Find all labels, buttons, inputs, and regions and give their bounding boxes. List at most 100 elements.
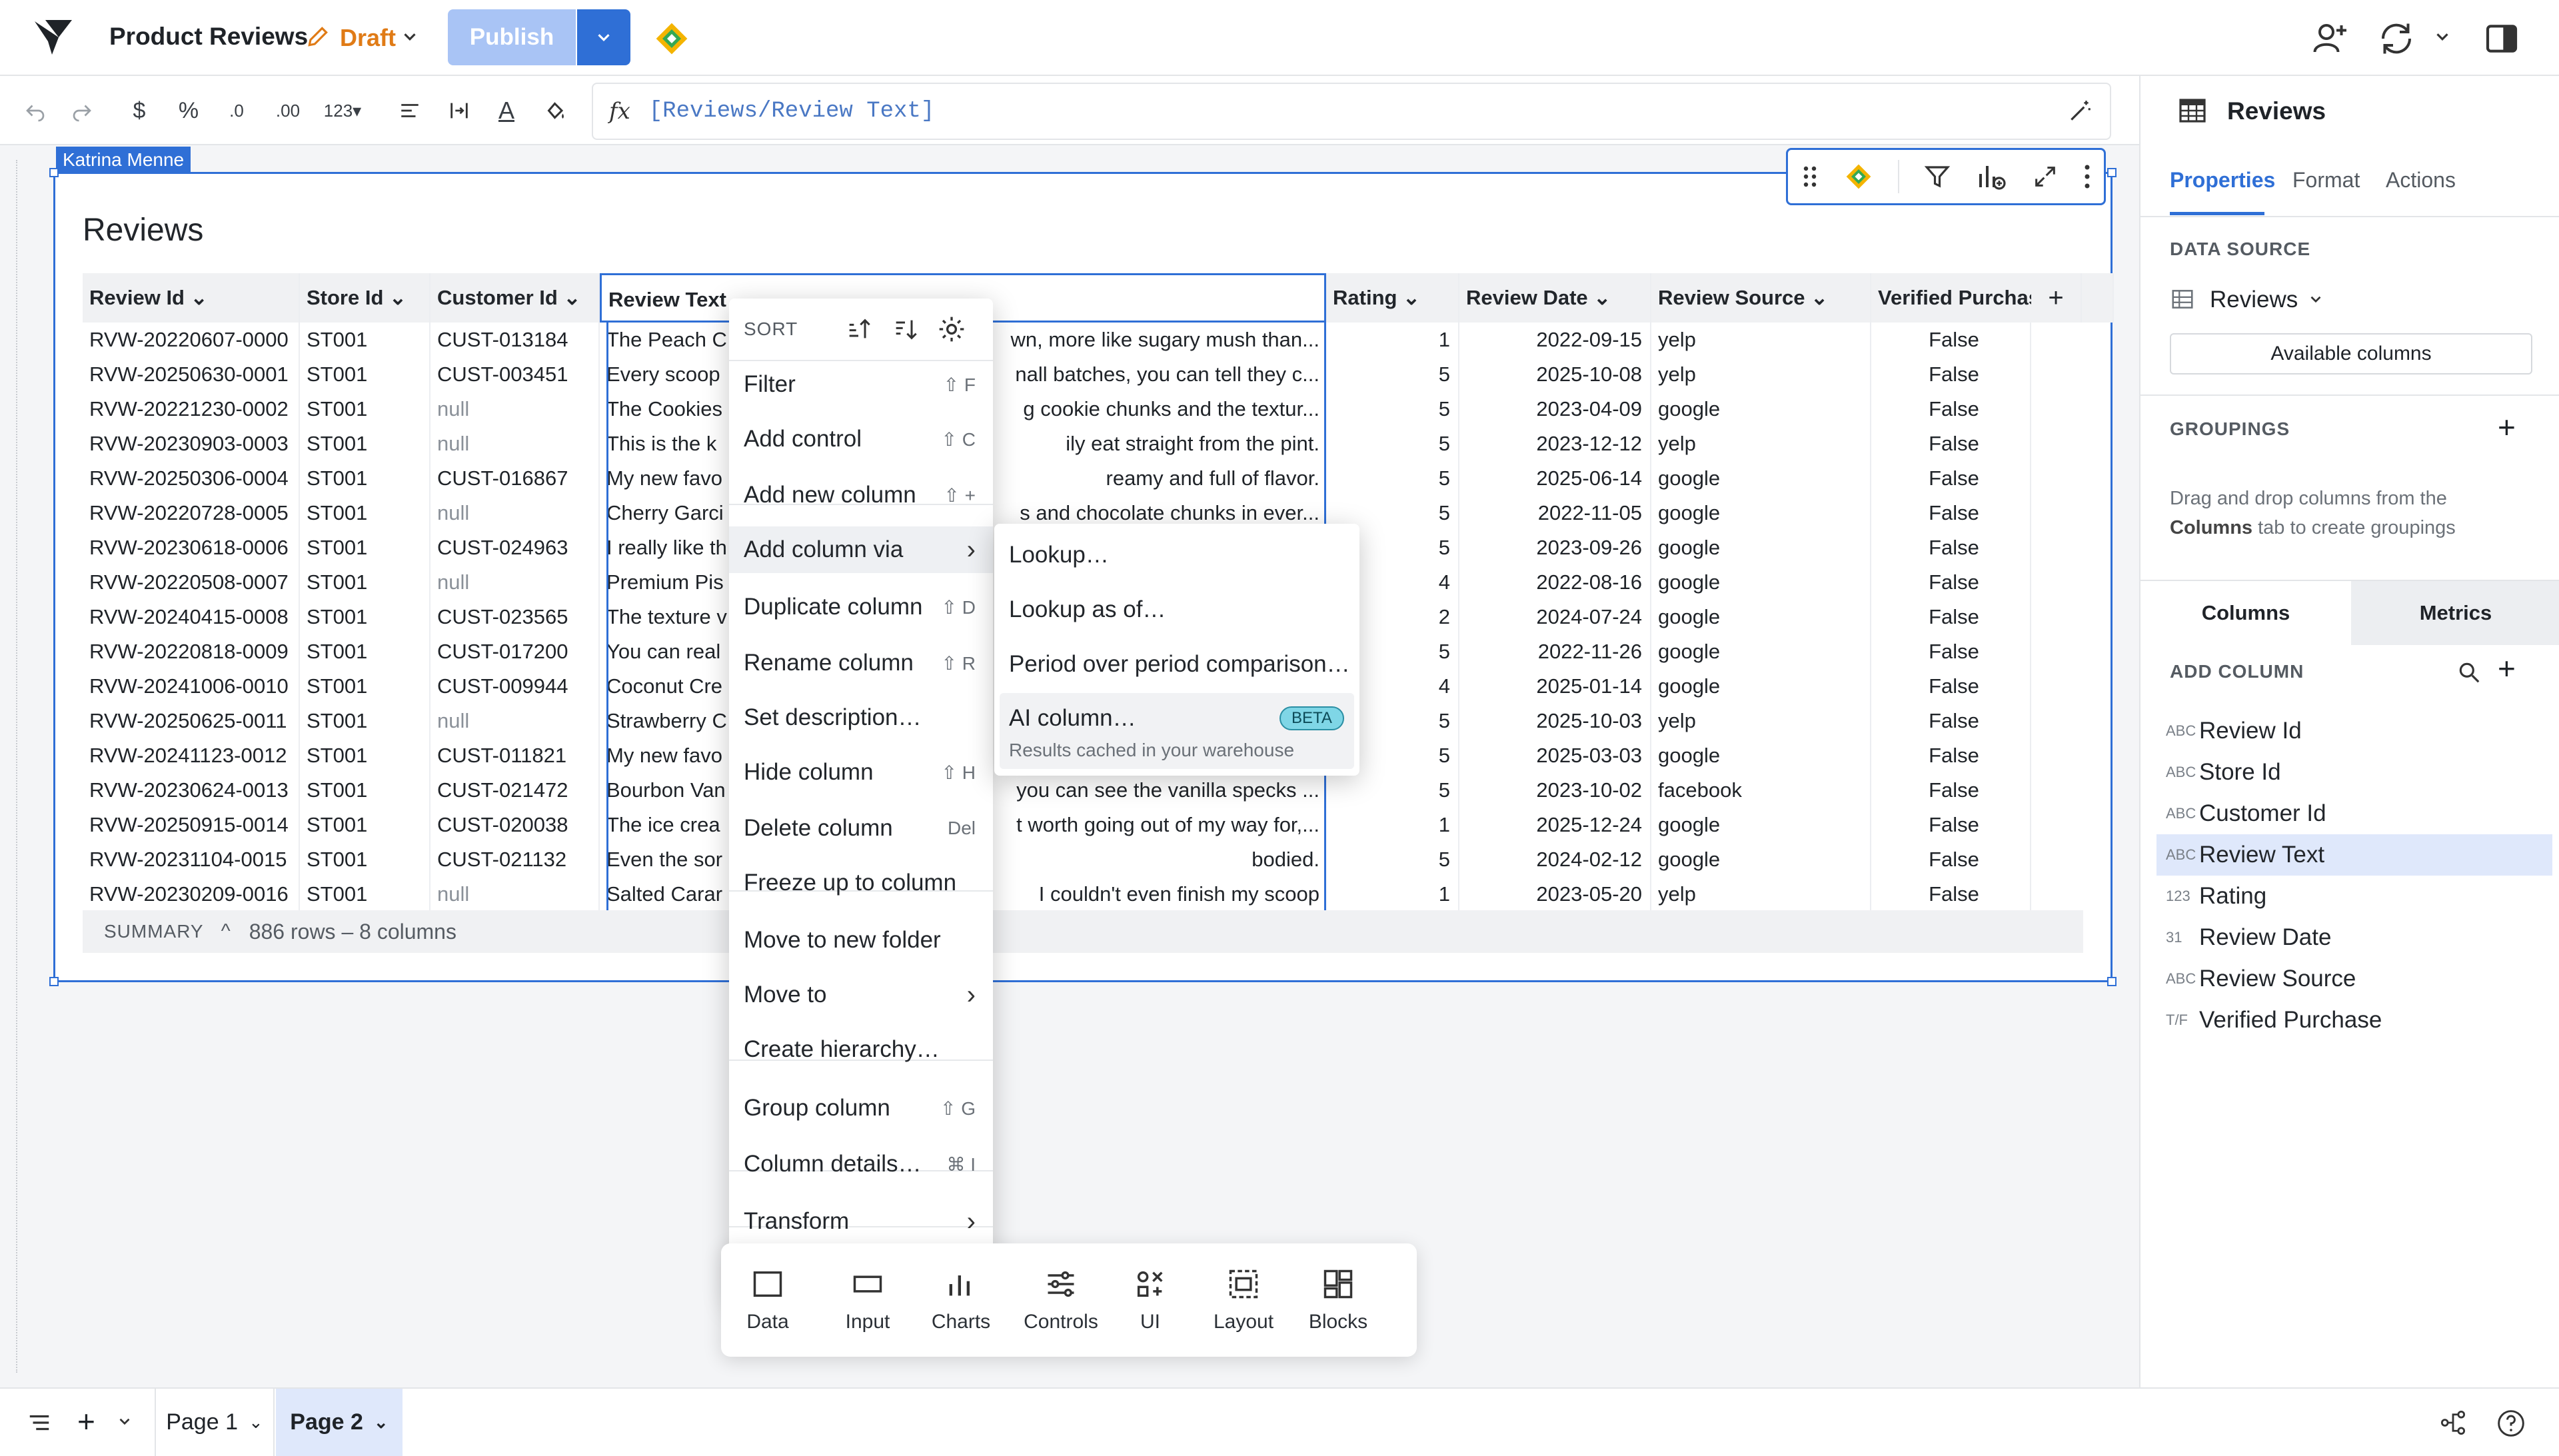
column-header-customer-id[interactable]: Customer Id ⌄ xyxy=(430,273,600,323)
cell-review-id[interactable]: RVW-20241123-0012 xyxy=(83,738,300,773)
column-header-rating[interactable]: Rating ⌄ xyxy=(1326,273,1459,323)
cell-store-id[interactable]: ST001 xyxy=(300,530,430,565)
cell-store-id[interactable]: ST001 xyxy=(300,565,430,600)
add-chart-icon[interactable] xyxy=(1975,161,2007,193)
submenu-lookup-as-of[interactable]: Lookup as of… xyxy=(994,585,1359,634)
cell-store-id[interactable]: ST001 xyxy=(300,773,430,808)
dock-blocks[interactable]: Blocks xyxy=(1291,1243,1385,1357)
cell-verified-purchase[interactable]: False xyxy=(1871,565,2031,600)
cell-review-source[interactable]: google xyxy=(1651,842,1871,877)
cell-customer-id[interactable]: CUST-020038 xyxy=(430,808,600,842)
cell-review-text[interactable]: My new favo xyxy=(600,738,733,773)
cell-customer-id[interactable]: CUST-011821 xyxy=(430,738,600,773)
formula-text[interactable]: [Reviews/Review Text] xyxy=(649,99,934,124)
chevron-up-icon[interactable]: ^ xyxy=(221,920,231,943)
cell-store-id[interactable]: ST001 xyxy=(300,634,430,669)
cell-review-id[interactable]: RVW-20230624-0013 xyxy=(83,773,300,808)
column-header-review-source[interactable]: Review Source ⌄ xyxy=(1651,273,1871,323)
refresh-icon[interactable] xyxy=(2376,19,2416,59)
add-grouping-icon[interactable]: + xyxy=(2498,409,2516,445)
publish-options-button[interactable] xyxy=(577,9,630,65)
menu-item-delete-column[interactable]: Delete column Del xyxy=(729,805,993,852)
cell-rating[interactable]: 5 xyxy=(1326,461,1459,496)
cell-review-id[interactable]: RVW-20231104-0015 xyxy=(83,842,300,877)
cell-review-date[interactable]: 2025-03-03 xyxy=(1459,738,1651,773)
cell-verified-purchase[interactable]: False xyxy=(1871,357,2031,392)
cell-verified-purchase[interactable]: False xyxy=(1871,461,2031,496)
cell-review-id[interactable]: RVW-20241006-0010 xyxy=(83,669,300,704)
cell-store-id[interactable]: ST001 xyxy=(300,600,430,634)
decrease-decimal-icon[interactable]: .0 xyxy=(220,91,253,131)
tab-properties[interactable]: Properties xyxy=(2170,168,2275,193)
cell-store-id[interactable]: ST001 xyxy=(300,461,430,496)
cell-review-date[interactable]: 2023-12-12 xyxy=(1459,426,1651,461)
panel-column-item[interactable]: ABC Review Id xyxy=(2156,710,2552,752)
cell-review-text[interactable]: This is the k xyxy=(600,426,733,461)
cell-review-source[interactable]: google xyxy=(1651,738,1871,773)
table-row[interactable]: RVW-20250630-0001 ST001 CUST-003451 Every s… xyxy=(83,357,2082,392)
cell-review-text[interactable]: The texture v xyxy=(600,600,733,634)
cell-review-date[interactable]: 2022-09-15 xyxy=(1459,323,1651,357)
dock-ui[interactable]: UI xyxy=(1104,1243,1197,1357)
cell-review-date[interactable]: 2025-12-24 xyxy=(1459,808,1651,842)
cell-rating[interactable]: 1 xyxy=(1326,808,1459,842)
refresh-options-chevron-icon[interactable] xyxy=(2432,27,2452,47)
cell-rating[interactable]: 5 xyxy=(1326,392,1459,426)
cell-store-id[interactable]: ST001 xyxy=(300,392,430,426)
cell-store-id[interactable]: ST001 xyxy=(300,426,430,461)
panel-column-item[interactable]: ABC Review Text xyxy=(2156,834,2552,876)
summary-bar[interactable]: SUMMARY ^ 886 rows – 8 columns xyxy=(83,910,2083,953)
cell-review-source[interactable]: yelp xyxy=(1651,323,1871,357)
cell-review-source[interactable]: google xyxy=(1651,634,1871,669)
app-logo-icon[interactable] xyxy=(32,17,75,57)
cell-review-text[interactable]: Coconut Cre xyxy=(600,669,733,704)
dock-input[interactable]: Input xyxy=(821,1243,914,1357)
cell-review-source[interactable]: google xyxy=(1651,496,1871,530)
align-left-icon[interactable] xyxy=(393,91,426,131)
cell-review-id[interactable]: RVW-20250625-0011 xyxy=(83,704,300,738)
text-color-icon[interactable]: A xyxy=(489,91,524,131)
add-user-icon[interactable] xyxy=(2310,19,2350,59)
cell-review-text[interactable]: The Peach C xyxy=(600,323,733,357)
cell-customer-id[interactable]: CUST-021472 xyxy=(430,773,600,808)
toggle-panel-icon[interactable] xyxy=(2483,20,2520,57)
cell-rating[interactable]: 1 xyxy=(1326,323,1459,357)
cell-rating[interactable]: 1 xyxy=(1326,877,1459,912)
cell-review-date[interactable]: 2025-10-03 xyxy=(1459,704,1651,738)
filter-icon[interactable] xyxy=(1923,163,1951,191)
increase-decimal-icon[interactable]: .00 xyxy=(269,91,307,131)
cell-review-date[interactable]: 2023-05-20 xyxy=(1459,877,1651,912)
resize-handle[interactable] xyxy=(2107,977,2117,986)
cell-review-id[interactable]: RVW-20250630-0001 xyxy=(83,357,300,392)
table-row[interactable]: RVW-20231104-0015 ST001 CUST-021132 Even th… xyxy=(83,842,2082,877)
add-page-options-icon[interactable] xyxy=(116,1413,133,1430)
currency-format-icon[interactable]: $ xyxy=(124,91,155,131)
table-row[interactable]: RVW-20220607-0000 ST001 CUST-013184 The Pea… xyxy=(83,323,2082,357)
menu-item-hide-column[interactable]: Hide column ⇧ H xyxy=(729,749,993,796)
available-columns-button[interactable]: Available columns xyxy=(2170,333,2532,374)
pages-list-icon[interactable] xyxy=(27,1410,52,1435)
add-column-plus-icon[interactable]: + xyxy=(2031,273,2082,323)
cell-verified-purchase[interactable]: False xyxy=(1871,738,2031,773)
cell-review-text[interactable]: My new favo xyxy=(600,461,733,496)
submenu-lookup[interactable]: Lookup… xyxy=(994,530,1359,580)
cell-store-id[interactable]: ST001 xyxy=(300,877,430,912)
tab-format[interactable]: Format xyxy=(2292,168,2360,193)
panel-column-item[interactable]: 123 Rating xyxy=(2156,876,2552,917)
cell-verified-purchase[interactable]: False xyxy=(1871,426,2031,461)
cell-customer-id[interactable]: null xyxy=(430,496,600,530)
cell-review-source[interactable]: google xyxy=(1651,461,1871,496)
cell-verified-purchase[interactable]: False xyxy=(1871,704,2031,738)
cell-review-text[interactable]: Salted Carar xyxy=(600,877,733,912)
page-tab-1[interactable]: Page 1 ⌄ xyxy=(155,1389,275,1456)
cell-customer-id[interactable]: CUST-013184 xyxy=(430,323,600,357)
cell-review-source[interactable]: google xyxy=(1651,600,1871,634)
cell-review-id[interactable]: RVW-20220508-0007 xyxy=(83,565,300,600)
sort-ascending-icon[interactable] xyxy=(845,316,872,343)
magic-wand-icon[interactable] xyxy=(2067,99,2093,124)
percent-format-icon[interactable]: % xyxy=(173,91,204,131)
cell-customer-id[interactable]: CUST-003451 xyxy=(430,357,600,392)
cell-review-date[interactable]: 2025-01-14 xyxy=(1459,669,1651,704)
panel-column-item[interactable]: ABC Customer Id xyxy=(2156,793,2552,834)
cell-review-text[interactable]: Cherry Garci xyxy=(600,496,733,530)
